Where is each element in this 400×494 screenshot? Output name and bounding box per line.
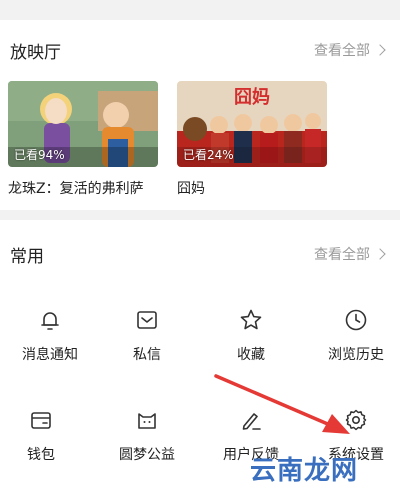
cat-face-icon xyxy=(138,413,156,429)
message-icon xyxy=(137,311,157,329)
chevron-right-icon xyxy=(374,248,386,260)
video-title[interactable]: 龙珠Z：复活的弗利萨 xyxy=(8,178,144,198)
watermark-text: 云南龙网 xyxy=(250,456,359,486)
common-view-all-label: 查看全部 xyxy=(314,247,370,263)
video-card-jiongma[interactable]: 囧妈 已看24% xyxy=(177,81,327,167)
theater-title: 放映厅 xyxy=(10,43,61,63)
grid-item-label: 私信 xyxy=(133,347,161,363)
common-title: 常用 xyxy=(10,247,44,267)
gear-icon xyxy=(345,409,367,431)
grid-item-label: 浏览历史 xyxy=(328,347,384,363)
common-view-all-link[interactable]: 查看全部 xyxy=(314,244,386,264)
pen-icon xyxy=(242,413,261,430)
wallet-icon xyxy=(31,412,51,429)
grid-item-favorites[interactable]: 收藏 xyxy=(201,308,301,378)
grid-item-wallet[interactable]: 钱包 xyxy=(0,408,91,478)
chevron-right-icon xyxy=(374,44,386,56)
grid-item-label: 消息通知 xyxy=(22,347,78,363)
grid-item-charity[interactable]: 圆梦公益 xyxy=(97,408,197,478)
grid-item-history[interactable]: 浏览历史 xyxy=(306,308,400,378)
common-header: 常用 查看全部 xyxy=(0,236,400,276)
grid-item-messages[interactable]: 私信 xyxy=(97,308,197,378)
grid-item-label: 收藏 xyxy=(237,347,265,363)
video-title[interactable]: 囧妈 xyxy=(177,178,205,198)
section-divider xyxy=(0,210,400,220)
theater-header: 放映厅 查看全部 xyxy=(0,32,400,72)
video-progress: 已看24% xyxy=(183,148,234,162)
bell-icon xyxy=(41,312,59,330)
theater-view-all-label: 查看全部 xyxy=(314,43,370,59)
star-icon xyxy=(240,309,262,330)
grid-item-label: 钱包 xyxy=(27,447,55,463)
video-progress: 已看94% xyxy=(14,148,65,162)
svg-text:囧妈: 囧妈 xyxy=(234,87,270,108)
top-gap xyxy=(0,0,400,20)
grid-item-notifications[interactable]: 消息通知 xyxy=(0,308,100,378)
theater-view-all-link[interactable]: 查看全部 xyxy=(314,40,386,60)
video-card-dragonball[interactable]: 已看94% xyxy=(8,81,158,167)
grid-item-label: 圆梦公益 xyxy=(119,447,175,463)
clock-icon xyxy=(345,309,367,331)
